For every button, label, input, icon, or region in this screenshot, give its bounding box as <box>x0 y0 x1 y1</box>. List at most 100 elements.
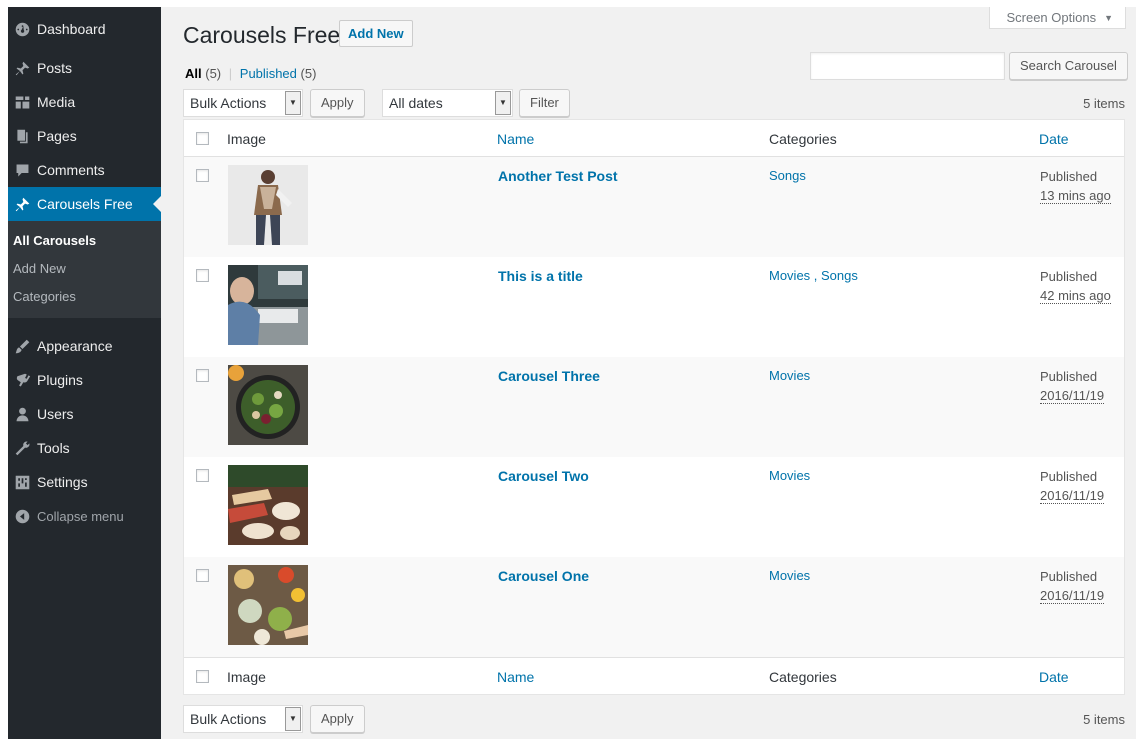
carousel-date-value: 2016/11/19 <box>1040 488 1105 504</box>
bulk-actions-value: Bulk Actions <box>190 95 267 111</box>
carousel-title-link[interactable]: This is a title <box>498 268 583 284</box>
row-checkbox[interactable] <box>196 169 209 182</box>
page-title: Carousels Free <box>183 22 341 48</box>
submenu-all-carousels[interactable]: All Carousels <box>8 227 161 255</box>
menu-item-appearance[interactable]: Appearance <box>8 329 161 363</box>
collapse-menu-button[interactable]: Collapse menu <box>8 499 161 533</box>
dates-value: All dates <box>389 95 443 111</box>
bulk-actions-select-bottom[interactable]: Bulk Actions ▼ <box>183 705 303 733</box>
items-count: 5 items <box>1083 96 1125 111</box>
filter-published-count: (5) <box>300 66 317 81</box>
pin-icon <box>12 58 32 78</box>
carousel-title-link[interactable]: Carousel One <box>498 568 589 584</box>
carousel-status: Published <box>1040 169 1098 184</box>
row-checkbox[interactable] <box>196 469 209 482</box>
row-checkbox[interactable] <box>196 369 209 382</box>
user-icon <box>12 404 32 424</box>
screen-options-button[interactable]: Screen Options ▼ <box>989 7 1126 29</box>
comment-icon <box>12 160 32 180</box>
carousel-title-link[interactable]: Carousel Three <box>498 368 600 384</box>
search-carousel-button[interactable]: Search Carousel <box>1009 52 1128 80</box>
column-categories: Categories <box>769 131 837 147</box>
pin-icon <box>12 194 32 214</box>
menu-item-settings[interactable]: Settings <box>8 465 161 499</box>
carousel-status: Published <box>1040 469 1098 484</box>
admin-sidebar: Dashboard Posts Media Pages Comments Car… <box>8 7 161 739</box>
menu-item-carousels-free[interactable]: Carousels Free <box>8 187 161 221</box>
carousel-category-link[interactable]: Movies <box>769 568 810 583</box>
column-name[interactable]: Name <box>497 131 534 147</box>
carousel-thumbnail[interactable] <box>228 365 308 445</box>
carousel-thumbnail[interactable] <box>228 165 308 245</box>
row-checkbox[interactable] <box>196 569 209 582</box>
menu-item-pages[interactable]: Pages <box>8 119 161 153</box>
table-row: Carousel Three Movies Published 2016/11/… <box>184 357 1124 457</box>
menu-label: Collapse menu <box>37 508 124 524</box>
media-icon <box>12 92 32 112</box>
carousel-date: Published 13 mins ago <box>1040 167 1111 205</box>
row-checkbox[interactable] <box>196 269 209 282</box>
menu-item-tools[interactable]: Tools <box>8 431 161 465</box>
carousel-thumbnail[interactable] <box>228 265 308 345</box>
carousel-category-link[interactable]: Movies , Songs <box>769 268 858 283</box>
select-all-checkbox[interactable] <box>196 670 209 683</box>
menu-label: Tools <box>37 440 70 456</box>
carousel-status: Published <box>1040 369 1098 384</box>
menu-item-dashboard[interactable]: Dashboard <box>8 7 161 51</box>
column-date[interactable]: Date <box>1039 669 1069 685</box>
table-row: This is a title Movies , Songs Published… <box>184 257 1124 357</box>
carousel-status: Published <box>1040 569 1098 584</box>
menu-label: Comments <box>37 162 105 178</box>
carousel-title-link[interactable]: Another Test Post <box>498 168 618 184</box>
status-filter-links: All (5) | Published (5) <box>185 66 316 81</box>
carousel-date-value: 42 mins ago <box>1040 288 1111 304</box>
carousel-category-link[interactable]: Movies <box>769 468 810 483</box>
menu-item-plugins[interactable]: Plugins <box>8 363 161 397</box>
filter-all-link[interactable]: All <box>185 66 202 81</box>
column-categories: Categories <box>769 669 837 685</box>
plugin-icon <box>12 370 32 390</box>
menu-item-posts[interactable]: Posts <box>8 51 161 85</box>
submenu-add-new[interactable]: Add New <box>8 255 161 283</box>
carousel-date: Published 42 mins ago <box>1040 267 1111 305</box>
carousels-table: Image Name Categories Date Another Test … <box>183 119 1125 695</box>
menu-item-comments[interactable]: Comments <box>8 153 161 187</box>
menu-label: Media <box>37 94 76 110</box>
carousel-date: Published 2016/11/19 <box>1040 567 1105 605</box>
dates-select[interactable]: All dates ▼ <box>382 89 513 117</box>
apply-button-bottom[interactable]: Apply <box>310 705 365 733</box>
pages-icon <box>12 126 32 146</box>
column-date[interactable]: Date <box>1039 131 1069 147</box>
column-name[interactable]: Name <box>497 669 534 685</box>
items-count-bottom: 5 items <box>1083 712 1125 727</box>
select-all-checkbox[interactable] <box>196 132 209 145</box>
column-image: Image <box>227 131 266 147</box>
carousel-date-value: 2016/11/19 <box>1040 388 1105 404</box>
carousel-category-link[interactable]: Movies <box>769 368 810 383</box>
bulk-actions-select[interactable]: Bulk Actions ▼ <box>183 89 303 117</box>
dropdown-arrow-icon: ▼ <box>285 707 301 731</box>
table-row: Another Test Post Songs Published 13 min… <box>184 157 1124 257</box>
search-input[interactable] <box>810 52 1005 80</box>
carousel-category-link[interactable]: Songs <box>769 168 806 183</box>
filter-published-link[interactable]: Published <box>240 66 297 81</box>
column-image: Image <box>227 669 266 685</box>
menu-item-media[interactable]: Media <box>8 85 161 119</box>
carousel-thumbnail[interactable] <box>228 565 308 645</box>
add-new-button[interactable]: Add New <box>339 20 413 47</box>
caret-down-icon: ▼ <box>1104 12 1113 23</box>
dropdown-arrow-icon: ▼ <box>285 91 301 115</box>
menu-label: Users <box>37 406 74 422</box>
table-row: Carousel Two Movies Published 2016/11/19 <box>184 457 1124 557</box>
bulk-actions-value: Bulk Actions <box>190 711 267 727</box>
submenu-categories[interactable]: Categories <box>8 283 161 311</box>
menu-label: Posts <box>37 60 73 76</box>
carousel-title-link[interactable]: Carousel Two <box>498 468 589 484</box>
filter-button[interactable]: Filter <box>519 89 570 117</box>
menu-label: Carousels Free <box>37 196 133 212</box>
carousel-status: Published <box>1040 269 1098 284</box>
apply-button[interactable]: Apply <box>310 89 365 117</box>
menu-item-users[interactable]: Users <box>8 397 161 431</box>
carousel-thumbnail[interactable] <box>228 465 308 545</box>
menu-separator <box>8 318 161 329</box>
